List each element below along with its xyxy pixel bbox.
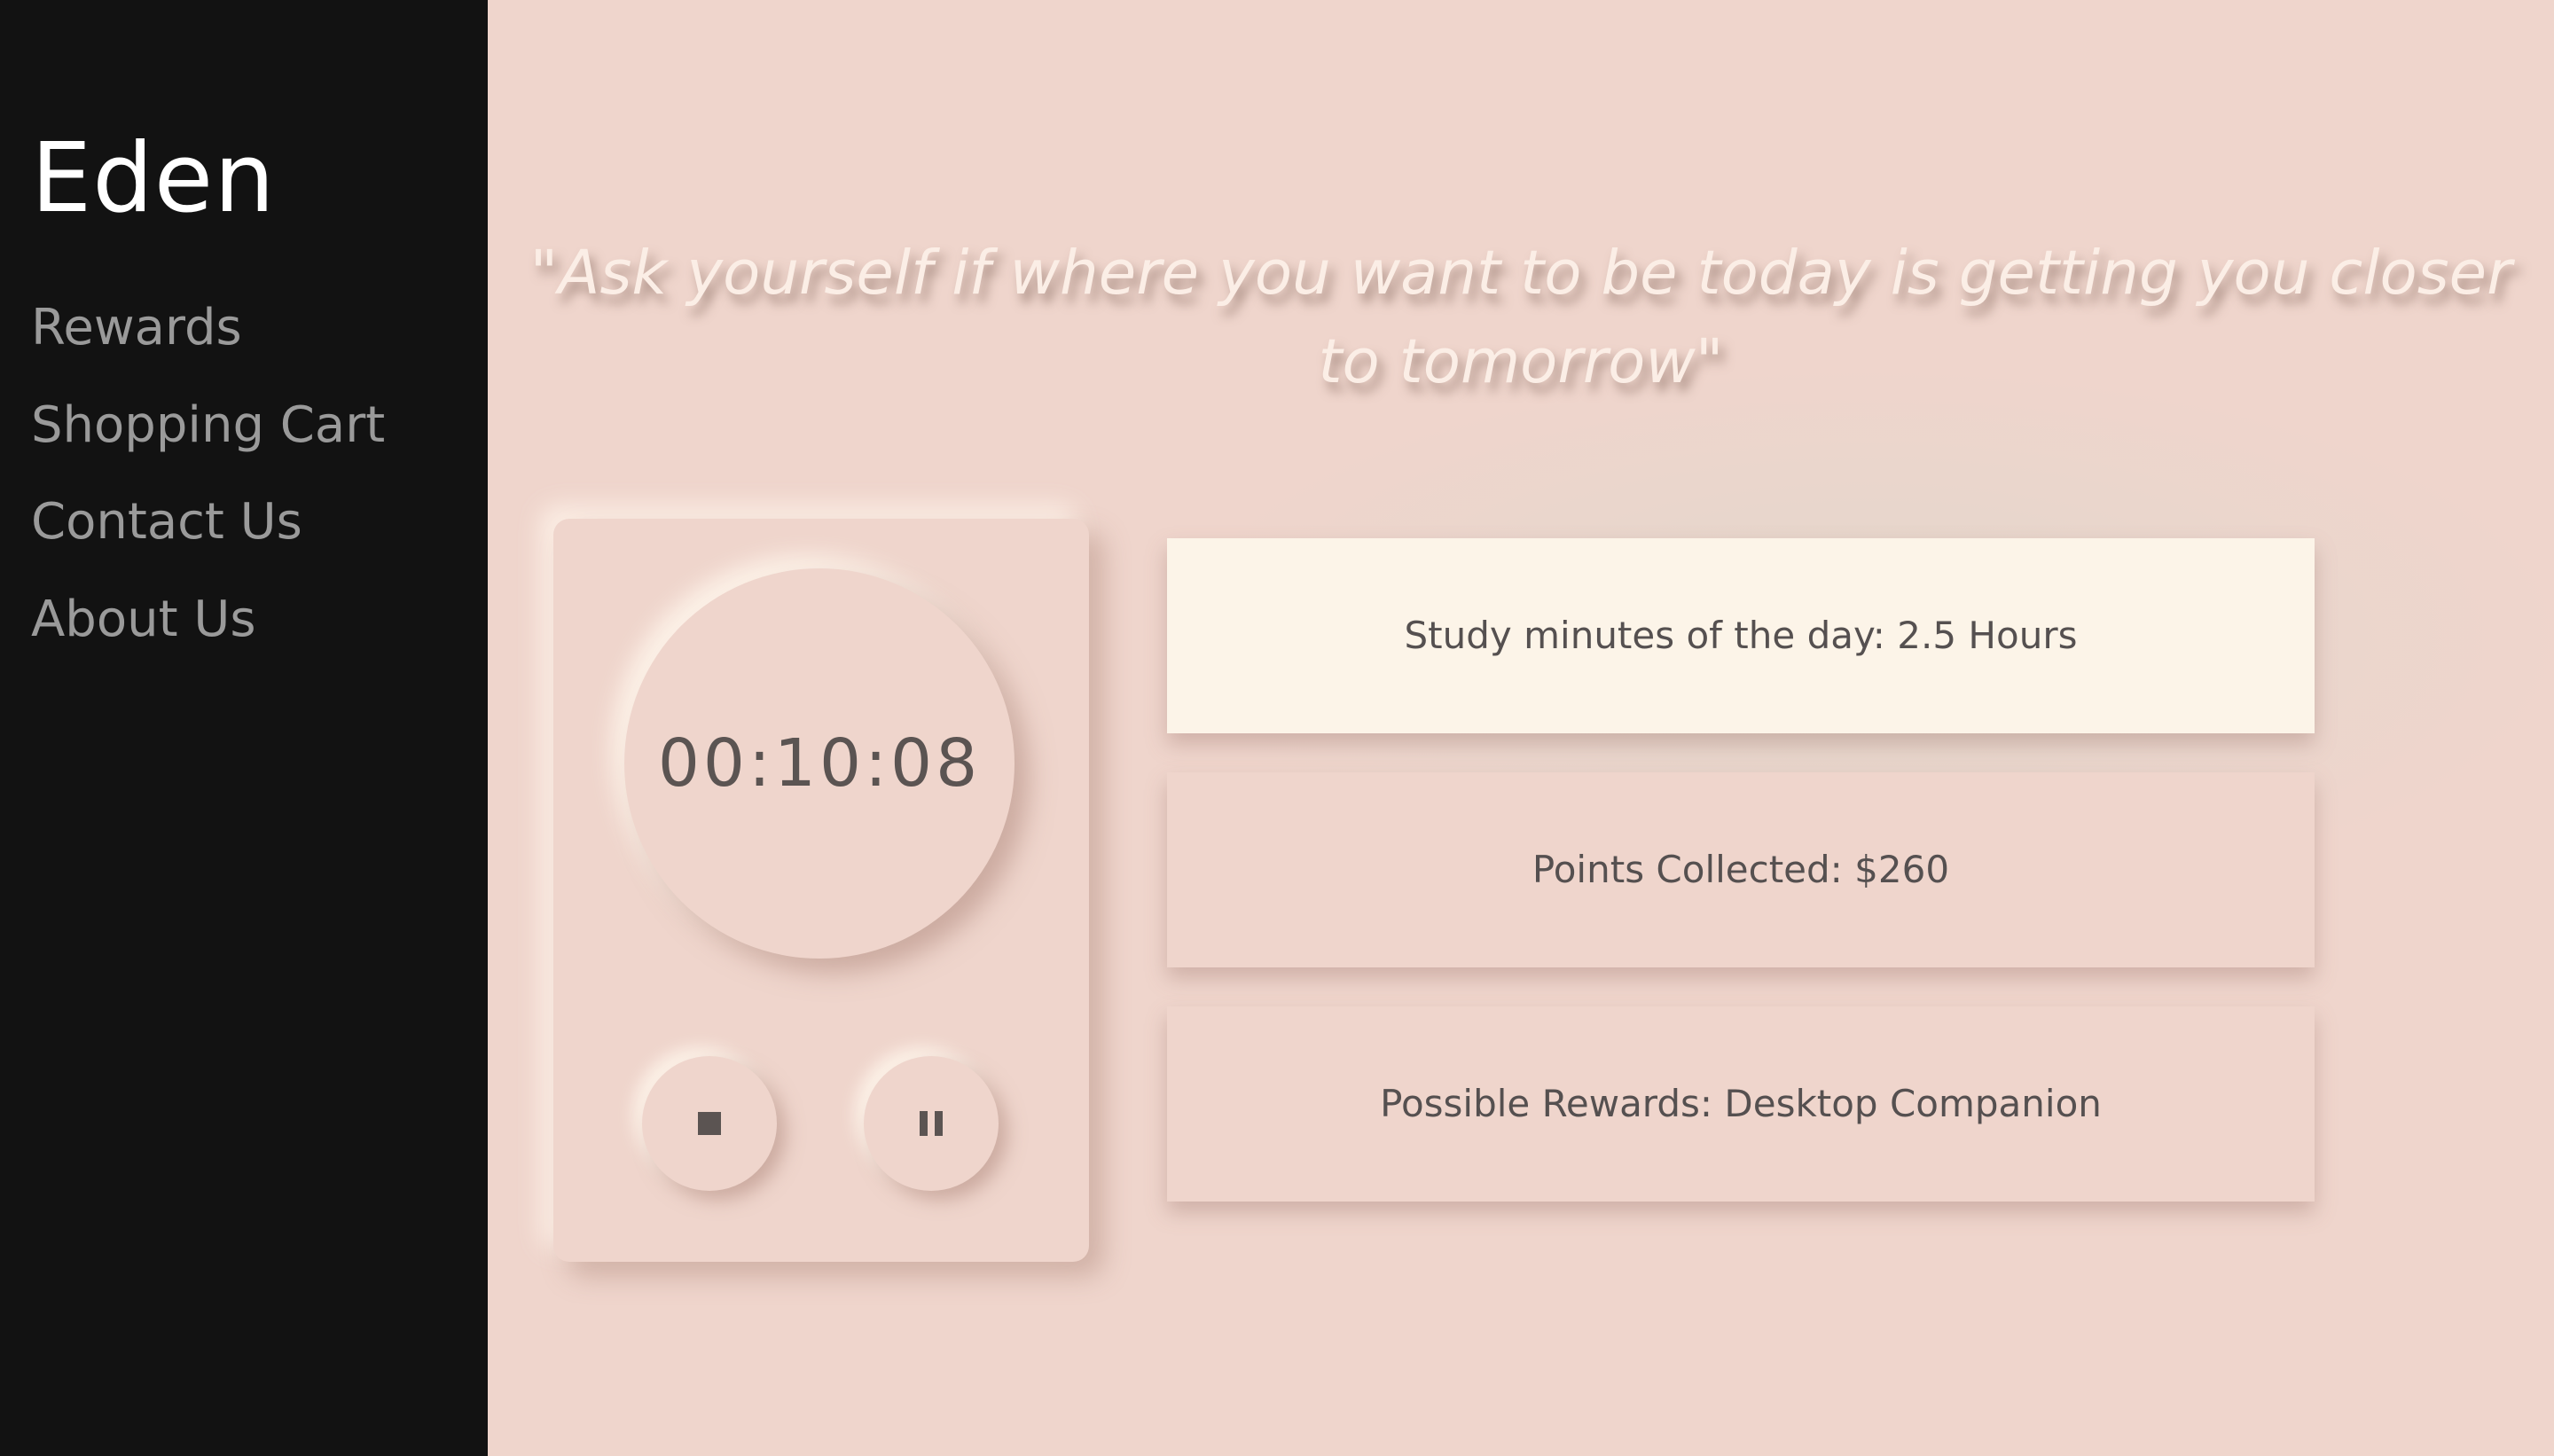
stop-button[interactable] (642, 1056, 777, 1191)
brand-logo[interactable]: Eden (31, 131, 276, 227)
motivational-quote: "Ask yourself if where you want to be to… (529, 238, 2512, 397)
timer-card: 00:10:08 (553, 519, 1089, 1262)
possible-rewards-card: Possible Rewards: Desktop Companion (1167, 1006, 2315, 1202)
nav-item-rewards[interactable]: Rewards (31, 303, 242, 353)
nav-item-shopping-cart[interactable]: Shopping Cart (31, 401, 385, 450)
main-content: "Ask yourself if where you want to be to… (488, 0, 2554, 1456)
timer-display: 00:10:08 (657, 725, 982, 802)
pause-button[interactable] (864, 1056, 999, 1191)
sidebar: Eden Rewards Shopping Cart Contact Us Ab… (0, 0, 488, 1456)
stop-icon (698, 1112, 721, 1135)
points-collected-card: Points Collected: $260 (1167, 772, 2315, 967)
timer-dial: 00:10:08 (624, 568, 1015, 959)
study-minutes-card: Study minutes of the day: 2.5 Hours (1167, 538, 2315, 733)
pause-icon (920, 1111, 943, 1136)
nav-item-contact-us[interactable]: Contact Us (31, 497, 302, 547)
nav-item-about-us[interactable]: About Us (31, 595, 256, 645)
